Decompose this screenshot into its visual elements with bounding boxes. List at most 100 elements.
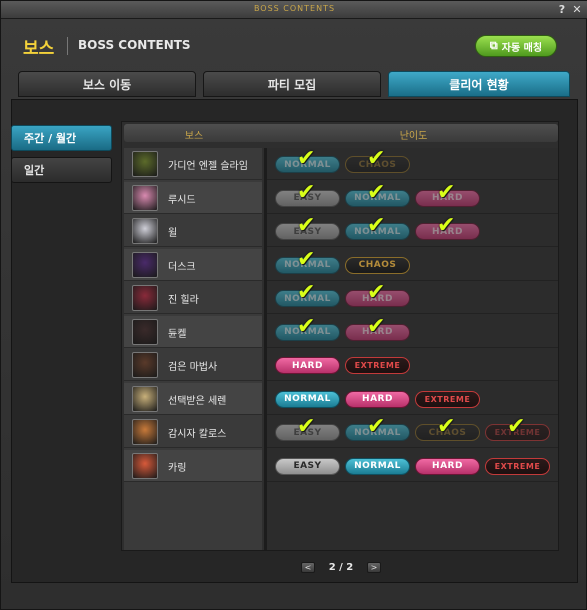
difficulty-label: EXTREME [354, 361, 401, 370]
boss-contents-window: BOSS CONTENTS ? ✕ 보스 BOSS CONTENTS ⧉ 자동 … [0, 0, 587, 610]
tab-boss-move[interactable]: 보스 이동 [18, 71, 196, 97]
page-subtitle: BOSS CONTENTS [78, 38, 191, 52]
check-icon: ✔ [297, 179, 316, 205]
difficulty-cell: NORMAL ✔ CHAOS ✔ [267, 148, 558, 180]
boss-name: 감시자 칼로스 [168, 429, 227, 440]
title-bar[interactable]: BOSS CONTENTS ? ✕ [1, 1, 587, 19]
table-header: 보스 난이도 [124, 124, 558, 142]
boss-avatar [132, 184, 158, 211]
check-icon: ✔ [507, 414, 526, 439]
difficulty-cell: NORMAL ✔ HARD ✔ [267, 313, 558, 348]
boss-avatar [132, 385, 158, 412]
boss-name: 선택받은 세렌 [168, 395, 227, 407]
check-icon: ✔ [367, 313, 386, 339]
table-row: 더스크 NORMAL ✔ CHAOS [122, 246, 558, 282]
boss-avatar [132, 419, 158, 445]
boss-name-cell: 윌 [124, 215, 262, 247]
difficulty-extreme-badge: EXTREME [485, 457, 550, 475]
check-icon: ✔ [367, 280, 386, 305]
check-icon: ✔ [297, 414, 316, 439]
difficulty-cell: EASY NORMAL HARD EXTREME [267, 450, 558, 482]
boss-name: 듄켈 [168, 328, 187, 340]
difficulty-easy-badge: EASY [275, 457, 340, 475]
clear-status-table: 보스 난이도 가디언 엔젤 슬라임 NORMAL ✔ CHAOS ✔ 루시드 EASY ✔ NO… [121, 121, 559, 551]
boss-name-cell: 감시자 칼로스 [124, 416, 262, 448]
header-difficulty: 난이도 [399, 131, 428, 142]
difficulty-chaos-badge: CHAOS [345, 256, 410, 274]
table-row: 루시드 EASY ✔ NORMAL ✔ HARD ✔ [122, 179, 558, 215]
difficulty-cell: NORMAL HARD EXTREME [267, 383, 558, 415]
pagination: < 2 / 2 > [301, 560, 381, 574]
difficulty-cell: EASY ✔ NORMAL ✔ HARD ✔ [267, 179, 558, 214]
boss-name-cell: 더스크 [124, 248, 262, 281]
check-icon: ✔ [367, 146, 386, 171]
table-row: 가디언 엔젤 슬라임 NORMAL ✔ CHAOS ✔ [122, 148, 558, 181]
check-icon: ✔ [297, 280, 316, 305]
side-tab-daily[interactable]: 일간 [11, 157, 112, 183]
difficulty-cell: EASY ✔ NORMAL ✔ CHAOS ✔ EXTREME ✔ [267, 416, 558, 448]
boss-name: 카링 [168, 462, 187, 474]
close-button[interactable]: ✕ [570, 3, 584, 17]
boss-name: 가디언 엔젤 슬라임 [168, 161, 248, 172]
check-icon: ✔ [437, 179, 456, 205]
auto-match-label: 자동 매칭 [501, 42, 543, 54]
difficulty-label: EXTREME [494, 461, 541, 471]
next-page-button[interactable]: > [367, 561, 381, 573]
auto-match-button[interactable]: ⧉ 자동 매칭 [475, 35, 557, 57]
difficulty-label: NORMAL [284, 394, 331, 404]
check-icon: ✔ [297, 246, 316, 272]
check-icon: ✔ [297, 146, 316, 171]
boss-name: 윌 [168, 228, 178, 239]
check-icon: ✔ [367, 414, 386, 439]
boss-name-cell: 가디언 엔젤 슬라임 [124, 148, 262, 180]
difficulty-label: NORMAL [354, 461, 401, 471]
table-row: 선택받은 세렌 NORMAL HARD EXTREME [122, 382, 558, 416]
boss-avatar [132, 318, 158, 345]
difficulty-normal-badge: NORMAL [275, 390, 340, 408]
check-icon: ✔ [297, 213, 316, 238]
boss-avatar [132, 352, 158, 378]
window-caption: BOSS CONTENTS [253, 4, 336, 13]
header-boss: 보스 [184, 131, 204, 142]
difficulty-extreme-badge: EXTREME [345, 357, 410, 374]
table-row: 감시자 칼로스 EASY ✔ NORMAL ✔ CHAOS ✔ EXTREME ✔ [122, 416, 558, 449]
difficulty-normal-badge: NORMAL [345, 457, 410, 475]
difficulty-label: HARD [432, 461, 463, 471]
tab-party-recruit[interactable]: 파티 모집 [203, 71, 381, 97]
table-row: 검은 마법사 HARD EXTREME [122, 349, 558, 382]
boss-name: 더스크 [168, 261, 196, 273]
difficulty-cell: EASY ✔ NORMAL ✔ HARD ✔ [267, 215, 558, 247]
boss-name-cell: 선택받은 세렌 [124, 382, 262, 415]
tab-clear-status[interactable]: 클리어 현황 [388, 71, 570, 97]
difficulty-cell: NORMAL ✔ HARD ✔ [267, 282, 558, 314]
boss-name-cell: 진 힐라 [124, 282, 262, 314]
check-icon: ✔ [367, 213, 386, 238]
boss-name-cell: 카링 [124, 449, 262, 482]
table-row: 진 힐라 NORMAL ✔ HARD ✔ [122, 282, 558, 315]
boss-name-cell: 루시드 [124, 181, 262, 214]
difficulty-hard-badge: HARD [415, 457, 480, 475]
difficulty-cell: HARD EXTREME [267, 349, 558, 381]
side-tab-weekly-monthly[interactable]: 주간 / 월간 [11, 125, 112, 151]
help-button[interactable]: ? [555, 3, 569, 17]
boss-avatar [132, 218, 158, 244]
check-icon: ✔ [437, 414, 456, 439]
page-title: 보스 [23, 39, 55, 59]
boss-name-cell: 듄켈 [124, 315, 262, 348]
boss-name: 루시드 [168, 194, 196, 206]
boss-avatar [132, 452, 158, 479]
difficulty-label: HARD [292, 360, 323, 371]
boss-avatar [132, 251, 158, 278]
boss-name: 진 힐라 [168, 295, 199, 306]
difficulty-label: CHAOS [358, 260, 397, 270]
difficulty-label: HARD [362, 394, 393, 404]
table-row: 듄켈 NORMAL ✔ HARD ✔ [122, 313, 558, 349]
check-icon: ✔ [367, 179, 386, 205]
page-indicator: 2 / 2 [328, 561, 354, 573]
link-icon: ⧉ [489, 39, 498, 52]
prev-page-button[interactable]: < [301, 561, 315, 573]
table-row: 윌 EASY ✔ NORMAL ✔ HARD ✔ [122, 215, 558, 248]
difficulty-hard-badge: HARD [345, 390, 410, 408]
table-row: 카링 EASY NORMAL HARD EXTREME [122, 449, 558, 483]
difficulty-extreme-badge: EXTREME [415, 390, 480, 408]
